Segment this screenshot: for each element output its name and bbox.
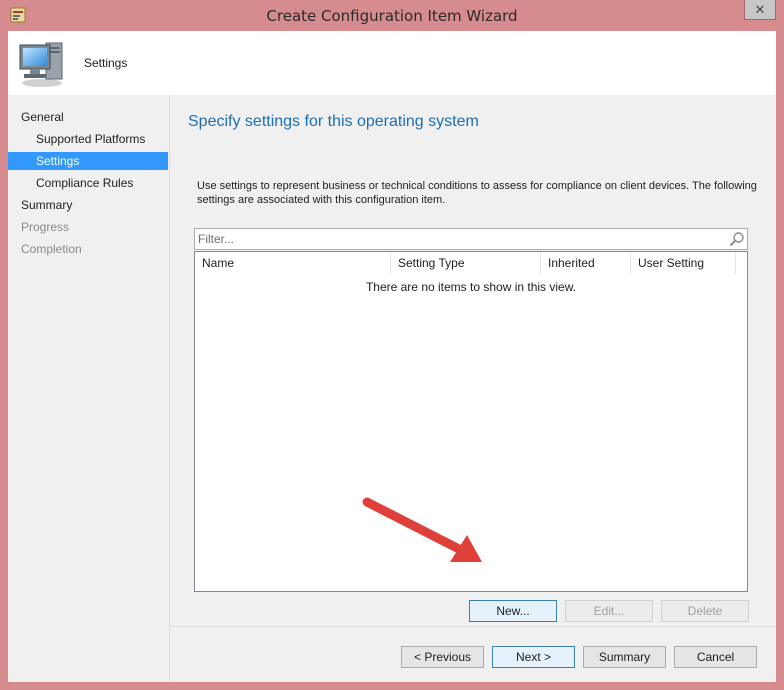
settings-list[interactable]: Name Setting Type Inherited User Setting… — [194, 251, 748, 592]
edit-button[interactable]: Edit... — [565, 600, 653, 622]
window-title: Create Configuration Item Wizard — [266, 7, 518, 25]
title-bar: Create Configuration Item Wizard ✕ — [0, 0, 784, 31]
filter-box[interactable] — [194, 228, 748, 250]
nav-item-summary[interactable]: Summary — [8, 196, 168, 214]
nav-item-progress: Progress — [21, 220, 70, 234]
computer-icon — [19, 42, 63, 87]
settings-page: Specify settings for this operating syst… — [170, 95, 776, 682]
empty-list-message: There are no items to show in this view. — [365, 280, 577, 294]
filter-input[interactable] — [198, 231, 718, 247]
nav-item-supported-platforms[interactable]: Supported Platforms — [8, 130, 168, 148]
previous-button[interactable]: < Previous — [401, 646, 484, 668]
column-header-name[interactable]: Name — [195, 252, 391, 274]
nav-item-compliance-rules[interactable]: Compliance Rules — [8, 174, 168, 192]
wizard-header: Settings — [8, 31, 776, 95]
wizard-client-area: Settings General Supported Platforms Set… — [8, 31, 776, 682]
nav-item-general[interactable]: General — [8, 108, 168, 126]
new-button[interactable]: New... — [469, 600, 557, 622]
cancel-button[interactable]: Cancel — [674, 646, 757, 668]
column-header-setting-type[interactable]: Setting Type — [391, 252, 541, 274]
header-title: Settings — [84, 56, 128, 70]
footer-divider — [170, 626, 776, 627]
wizard-nav: General Supported Platforms Settings Com… — [8, 95, 170, 682]
page-description: Use settings to represent business or te… — [197, 180, 757, 206]
search-icon[interactable] — [729, 231, 745, 247]
next-button[interactable]: Next > — [492, 646, 575, 668]
nav-item-completion: Completion — [21, 242, 82, 256]
nav-item-settings[interactable]: Settings — [8, 152, 168, 170]
close-icon: ✕ — [754, 2, 766, 17]
close-button[interactable]: ✕ — [744, 0, 776, 20]
column-header-inherited[interactable]: Inherited — [541, 252, 631, 274]
delete-button[interactable]: Delete — [661, 600, 749, 622]
page-title: Specify settings for this operating syst… — [188, 113, 479, 130]
summary-button[interactable]: Summary — [583, 646, 666, 668]
column-header-user-setting[interactable]: User Setting — [631, 252, 736, 274]
wizard-window: Create Configuration Item Wizard ✕ Setti… — [0, 0, 784, 690]
